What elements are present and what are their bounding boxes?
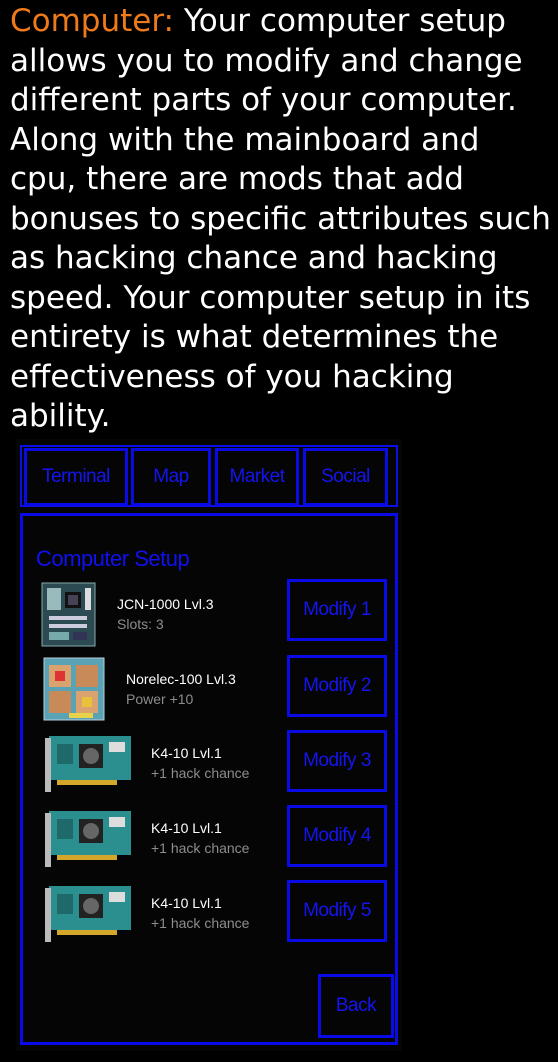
graphics-card-icon (45, 886, 131, 942)
tab-market[interactable]: Market (215, 448, 299, 506)
back-button[interactable]: Back (318, 974, 394, 1038)
component-row: K4-10 Lvl.1 +1 hack chance Modify 5 (23, 877, 395, 942)
computer-setup-panel: Computer Setup JCN-1000 Lvl.3 Slots: 3 M… (20, 513, 398, 1045)
component-name: K4-10 Lvl.1 (151, 895, 222, 911)
tab-bar: Terminal Map Market Social (20, 445, 398, 507)
component-name: K4-10 Lvl.1 (151, 745, 222, 761)
modify-button-3[interactable]: Modify 3 (287, 730, 387, 792)
modify-button-5[interactable]: Modify 5 (287, 880, 387, 942)
cpu-icon (43, 657, 105, 721)
component-detail: Power +10 (126, 691, 194, 707)
component-name: JCN-1000 Lvl.3 (117, 596, 214, 612)
component-detail: +1 hack chance (151, 915, 250, 931)
modify-button-2[interactable]: Modify 2 (287, 655, 387, 717)
game-screen: Terminal Map Market Social Computer Setu… (16, 439, 402, 1051)
tutorial-text: Computer: Your computer setup allows you… (10, 2, 555, 437)
tab-map[interactable]: Map (131, 448, 211, 506)
modify-button-1[interactable]: Modify 1 (287, 579, 387, 641)
component-detail: +1 hack chance (151, 840, 250, 856)
component-detail: Slots: 3 (117, 616, 164, 632)
graphics-card-icon (45, 811, 131, 867)
tab-terminal[interactable]: Terminal (24, 448, 128, 506)
tutorial-body: Your computer setup allows you to modify… (10, 3, 551, 434)
panel-title: Computer Setup (36, 546, 190, 571)
modify-button-4[interactable]: Modify 4 (287, 805, 387, 867)
component-detail: +1 hack chance (151, 765, 250, 781)
tab-social[interactable]: Social (303, 448, 388, 506)
component-row: Norelec-100 Lvl.3 Power +10 Modify 2 (23, 652, 395, 721)
component-name: Norelec-100 Lvl.3 (126, 671, 236, 687)
component-row: JCN-1000 Lvl.3 Slots: 3 Modify 1 (23, 576, 395, 647)
component-row: K4-10 Lvl.1 +1 hack chance Modify 4 (23, 802, 395, 867)
graphics-card-icon (45, 736, 131, 792)
mainboard-icon (41, 582, 96, 647)
component-row: K4-10 Lvl.1 +1 hack chance Modify 3 (23, 727, 395, 792)
tutorial-highlight: Computer: (10, 3, 175, 39)
component-name: K4-10 Lvl.1 (151, 820, 222, 836)
